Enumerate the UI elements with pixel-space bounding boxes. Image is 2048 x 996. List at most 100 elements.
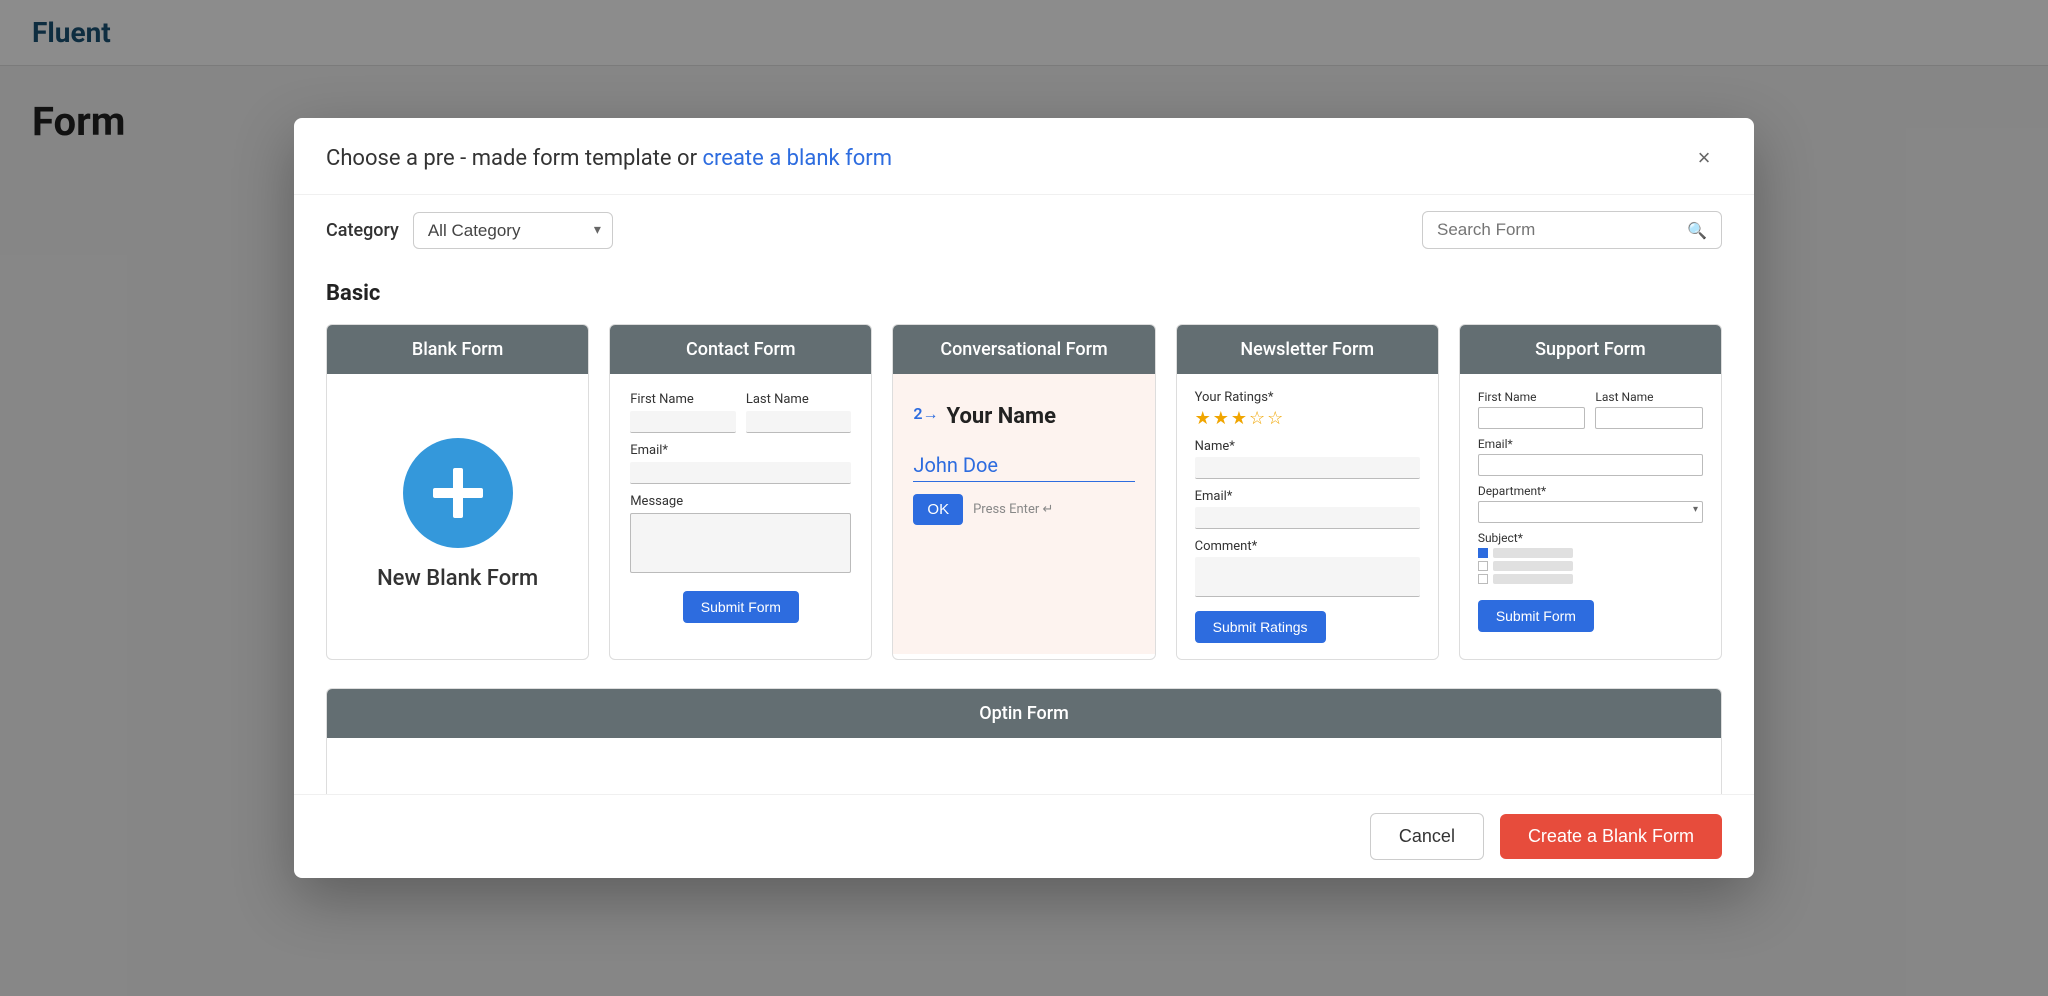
template-card-header-support: Support Form bbox=[1460, 325, 1721, 374]
conv-step-num: 2→ bbox=[913, 404, 938, 424]
modal-header: Choose a pre - made form template or cre… bbox=[294, 118, 1754, 195]
cf-message-row: Message bbox=[630, 494, 851, 573]
cf-lastname-field: Last Name bbox=[746, 392, 852, 433]
modal-footer: Cancel Create a Blank Form bbox=[294, 794, 1754, 878]
template-card-body-blank: New Blank Form bbox=[327, 374, 588, 654]
sf-lastname-field: Last Name bbox=[1595, 390, 1703, 429]
sf-email-input bbox=[1478, 454, 1703, 476]
template-card-header-blank: Blank Form bbox=[327, 325, 588, 374]
category-wrapper: Category All Category bbox=[326, 212, 613, 249]
sf-firstname-field: First Name bbox=[1478, 390, 1586, 429]
cf-submit-btn[interactable]: Submit Form bbox=[683, 591, 799, 623]
modal-toolbar: Category All Category 🔍 bbox=[294, 195, 1754, 265]
conv-enter-hint: Press Enter ↵ bbox=[973, 502, 1053, 517]
search-icon: 🔍 bbox=[1687, 221, 1707, 240]
nf-comment-input bbox=[1195, 557, 1420, 597]
cf-email-row: Email* bbox=[630, 443, 851, 484]
template-card-newsletter[interactable]: Newsletter Form Your Ratings* ★★★☆☆ Name… bbox=[1176, 324, 1439, 660]
modal-title: Choose a pre - made form template or cre… bbox=[326, 146, 892, 171]
sf-firstname-input bbox=[1478, 407, 1586, 429]
template-card-body-conversational: 2→ Your Name John Doe OK Press Enter ↵ bbox=[893, 374, 1154, 654]
modal-body: Basic Blank Form New Blank Form bbox=[294, 265, 1754, 794]
sf-email-row: Email* bbox=[1478, 437, 1703, 476]
template-card-header-conversational: Conversational Form bbox=[893, 325, 1154, 374]
conv-step: 2→ Your Name bbox=[913, 394, 1056, 439]
template-card-body-contact: First Name Last Name Email* bbox=[610, 374, 871, 654]
template-card-header-contact: Contact Form bbox=[610, 325, 871, 374]
sf-dept-row: Department* ▾ bbox=[1478, 484, 1703, 523]
search-box[interactable]: 🔍 bbox=[1422, 211, 1722, 249]
sf-checkbox-2 bbox=[1478, 561, 1488, 571]
sf-lastname-label: Last Name bbox=[1595, 390, 1703, 404]
sf-submit-btn[interactable]: Submit Form bbox=[1478, 600, 1594, 632]
sf-checkboxes bbox=[1478, 548, 1703, 584]
cf-firstname-field: First Name bbox=[630, 392, 736, 433]
template-card-body-support: First Name Last Name Email* bbox=[1460, 374, 1721, 654]
sf-checkbox-row-2 bbox=[1478, 561, 1703, 571]
sf-name-row: First Name Last Name bbox=[1478, 390, 1703, 429]
sf-subject-label: Subject* bbox=[1478, 531, 1703, 545]
cf-email-input bbox=[630, 462, 851, 484]
modal-close-button[interactable]: × bbox=[1686, 140, 1722, 176]
plus-icon bbox=[428, 463, 488, 523]
nf-comment-label: Comment* bbox=[1195, 539, 1258, 554]
sf-subject-row: Subject* bbox=[1478, 531, 1703, 592]
template-card-conversational[interactable]: Conversational Form 2→ Your Name John Do… bbox=[892, 324, 1155, 660]
cf-lastname-input bbox=[746, 411, 852, 433]
nf-submit-btn[interactable]: Submit Ratings bbox=[1195, 611, 1326, 643]
template-card-header-newsletter: Newsletter Form bbox=[1177, 325, 1438, 374]
nf-email-label: Email* bbox=[1195, 489, 1233, 504]
sf-email-label: Email* bbox=[1478, 437, 1703, 451]
sf-lastname-input bbox=[1595, 407, 1703, 429]
cf-name-row: First Name Last Name bbox=[630, 392, 851, 433]
modal-overlay: Choose a pre - made form template or cre… bbox=[0, 0, 2048, 996]
modal-dialog: Choose a pre - made form template or cre… bbox=[294, 118, 1754, 878]
sf-firstname-label: First Name bbox=[1478, 390, 1586, 404]
template-card-support[interactable]: Support Form First Name Last Name bbox=[1459, 324, 1722, 660]
conv-answer: John Doe bbox=[913, 453, 1134, 482]
nf-name-label: Name* bbox=[1195, 439, 1235, 454]
nf-stars: ★★★☆☆ bbox=[1195, 408, 1286, 429]
conv-ok-btn[interactable]: OK bbox=[913, 494, 963, 525]
template-card-contact[interactable]: Contact Form First Name Last Name bbox=[609, 324, 872, 660]
create-blank-link[interactable]: create a blank form bbox=[703, 146, 893, 171]
template-card-body-optin bbox=[327, 738, 1721, 794]
conv-step-label: Your Name bbox=[947, 404, 1056, 429]
search-input[interactable] bbox=[1437, 220, 1679, 240]
sf-checkbox-3 bbox=[1478, 574, 1488, 584]
template-card-header-optin: Optin Form bbox=[327, 689, 1721, 738]
category-label: Category bbox=[326, 220, 399, 241]
sf-dept-label: Department* bbox=[1478, 484, 1703, 498]
sf-checkbox-row-3 bbox=[1478, 574, 1703, 584]
cf-firstname-label: First Name bbox=[630, 392, 736, 407]
conv-ok-row: OK Press Enter ↵ bbox=[913, 494, 1053, 525]
cf-email-label: Email* bbox=[630, 443, 851, 458]
sf-dept-field: Department* ▾ bbox=[1478, 484, 1703, 523]
blank-plus-circle bbox=[403, 438, 513, 548]
cf-lastname-label: Last Name bbox=[746, 392, 852, 407]
create-blank-button[interactable]: Create a Blank Form bbox=[1500, 814, 1722, 859]
blank-form-label: New Blank Form bbox=[377, 566, 538, 591]
sf-checkbox-1 bbox=[1478, 548, 1488, 558]
sf-email-field: Email* bbox=[1478, 437, 1703, 476]
category-select[interactable]: All Category bbox=[413, 212, 613, 249]
nf-email-input bbox=[1195, 507, 1420, 529]
nf-name-input bbox=[1195, 457, 1420, 479]
cf-message-label: Message bbox=[630, 494, 851, 509]
sf-subject-field: Subject* bbox=[1478, 531, 1703, 592]
cf-firstname-input bbox=[630, 411, 736, 433]
template-card-blank[interactable]: Blank Form New Blank Form bbox=[326, 324, 589, 660]
cf-email-field: Email* bbox=[630, 443, 851, 484]
cf-submit-row: Submit Form bbox=[630, 583, 851, 623]
template-card-optin[interactable]: Optin Form bbox=[326, 688, 1722, 794]
templates-grid: Blank Form New Blank Form Contact Form bbox=[326, 324, 1722, 660]
cancel-button[interactable]: Cancel bbox=[1370, 813, 1484, 860]
cf-message-field: Message bbox=[630, 494, 851, 573]
category-select-wrapper[interactable]: All Category bbox=[413, 212, 613, 249]
section-basic-title: Basic bbox=[326, 281, 1722, 306]
template-card-body-newsletter: Your Ratings* ★★★☆☆ Name* Email* Comment… bbox=[1177, 374, 1438, 659]
sf-checkbox-row-1 bbox=[1478, 548, 1703, 558]
cf-message-textarea bbox=[630, 513, 851, 573]
templates-row2: Optin Form bbox=[326, 688, 1722, 794]
sf-dept-select: ▾ bbox=[1478, 501, 1703, 523]
